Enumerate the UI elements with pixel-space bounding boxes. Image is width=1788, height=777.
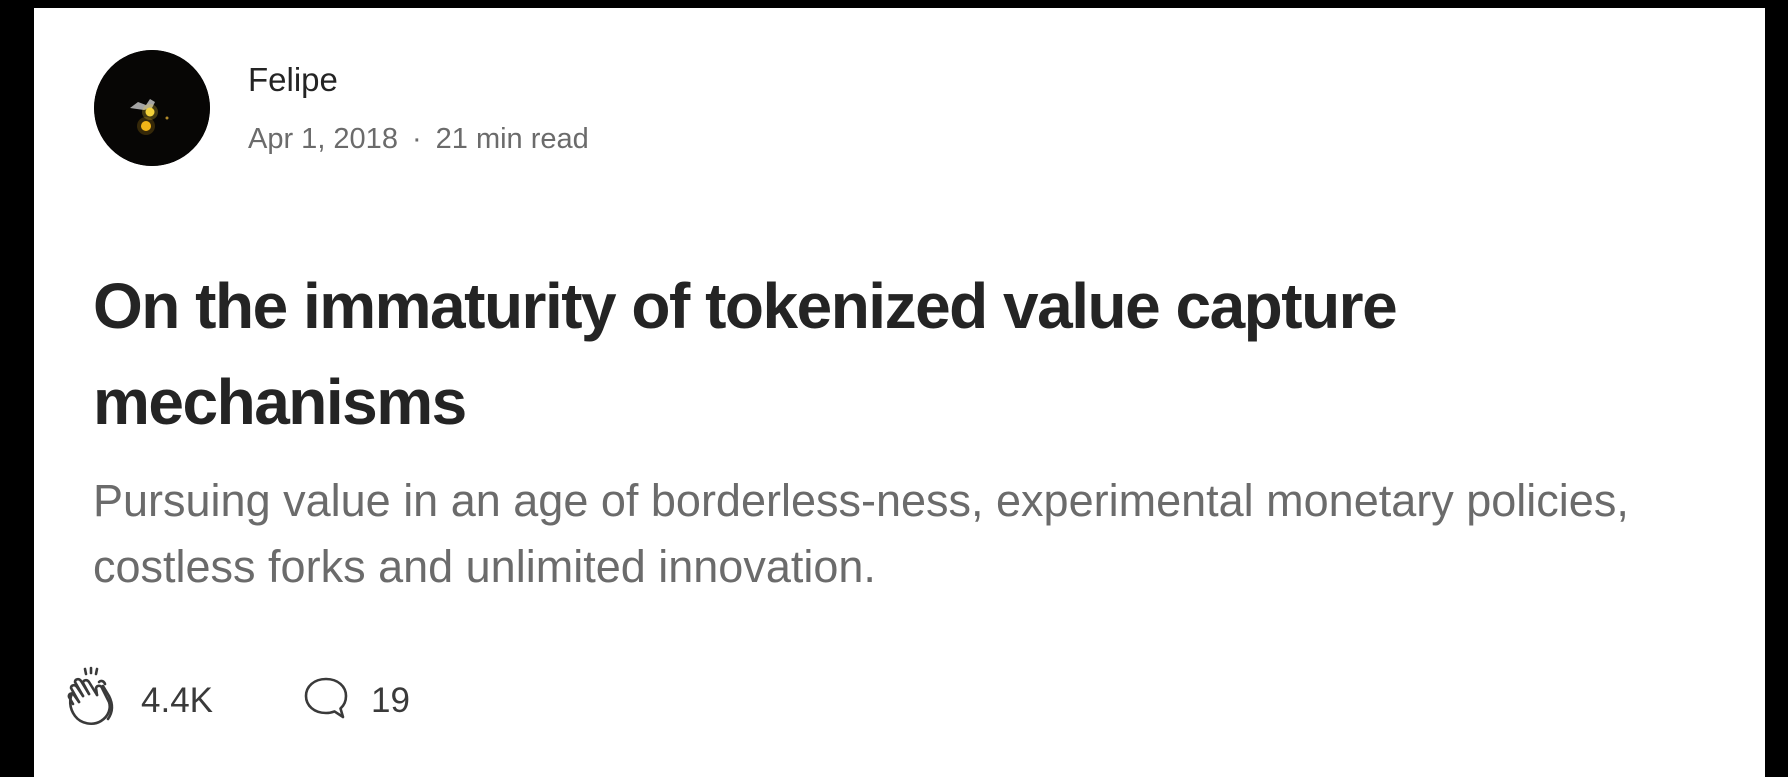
post-title[interactable]: On the immaturity of tokenized value cap… <box>93 258 1733 450</box>
avatar-image <box>94 50 210 166</box>
clap-count: 4.4K <box>141 680 213 720</box>
post-subtitle: Pursuing value in an age of borderless-n… <box>93 475 1629 592</box>
author-row: Felipe Apr 1, 2018 · 21 min read <box>94 50 589 166</box>
post-card: Felipe Apr 1, 2018 · 21 min read On the … <box>34 8 1765 777</box>
post-actions: 4.4K 19 <box>59 666 410 735</box>
comment-icon[interactable] <box>299 671 353 730</box>
response-count: 19 <box>371 680 410 720</box>
author-avatar[interactable] <box>94 50 210 166</box>
post-meta: Apr 1, 2018 · 21 min read <box>248 122 589 156</box>
read-time: 21 min read <box>435 123 589 155</box>
clap-button[interactable]: 4.4K <box>59 666 213 735</box>
author-name[interactable]: Felipe <box>248 60 589 100</box>
responses-button[interactable]: 19 <box>299 671 410 730</box>
author-meta: Felipe Apr 1, 2018 · 21 min read <box>248 60 589 156</box>
clap-icon[interactable] <box>59 666 123 735</box>
meta-separator: · <box>411 123 422 155</box>
publish-date: Apr 1, 2018 <box>248 123 398 155</box>
